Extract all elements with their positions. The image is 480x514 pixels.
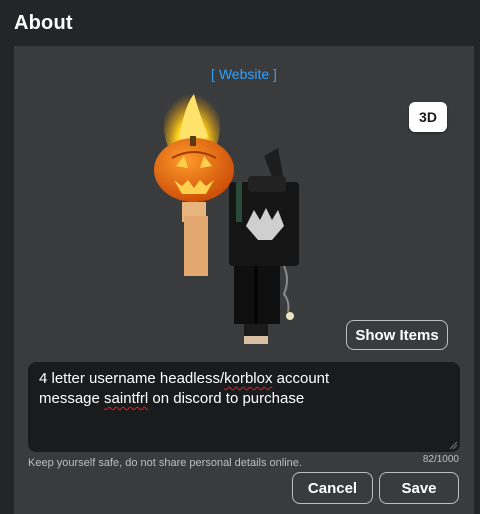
char-counter: 82/1000: [422, 454, 459, 465]
website-link[interactable]: [ Website ]: [14, 66, 474, 82]
3d-toggle-button[interactable]: 3D: [409, 102, 447, 132]
description-line-2: message saintfrl on discord to purchase: [39, 390, 305, 407]
save-button[interactable]: Save: [379, 472, 459, 504]
description-line-1: 4 letter username headless/korblox accou…: [39, 370, 330, 387]
show-items-button[interactable]: Show Items: [346, 320, 448, 350]
cancel-button[interactable]: Cancel: [292, 472, 373, 504]
description-textarea[interactable]: 4 letter username headless/korblox accou…: [28, 362, 460, 452]
resize-grip-icon[interactable]: [449, 441, 457, 449]
page-title: About: [14, 12, 73, 34]
pumpkin-head: [154, 136, 234, 202]
safety-hint: Keep yourself safe, do not share persona…: [28, 457, 302, 469]
about-panel: [ Website ] 3D Show Items 4 letter usern…: [14, 46, 474, 514]
black-hoodie: [229, 148, 299, 344]
avatar-preview: [154, 86, 299, 344]
